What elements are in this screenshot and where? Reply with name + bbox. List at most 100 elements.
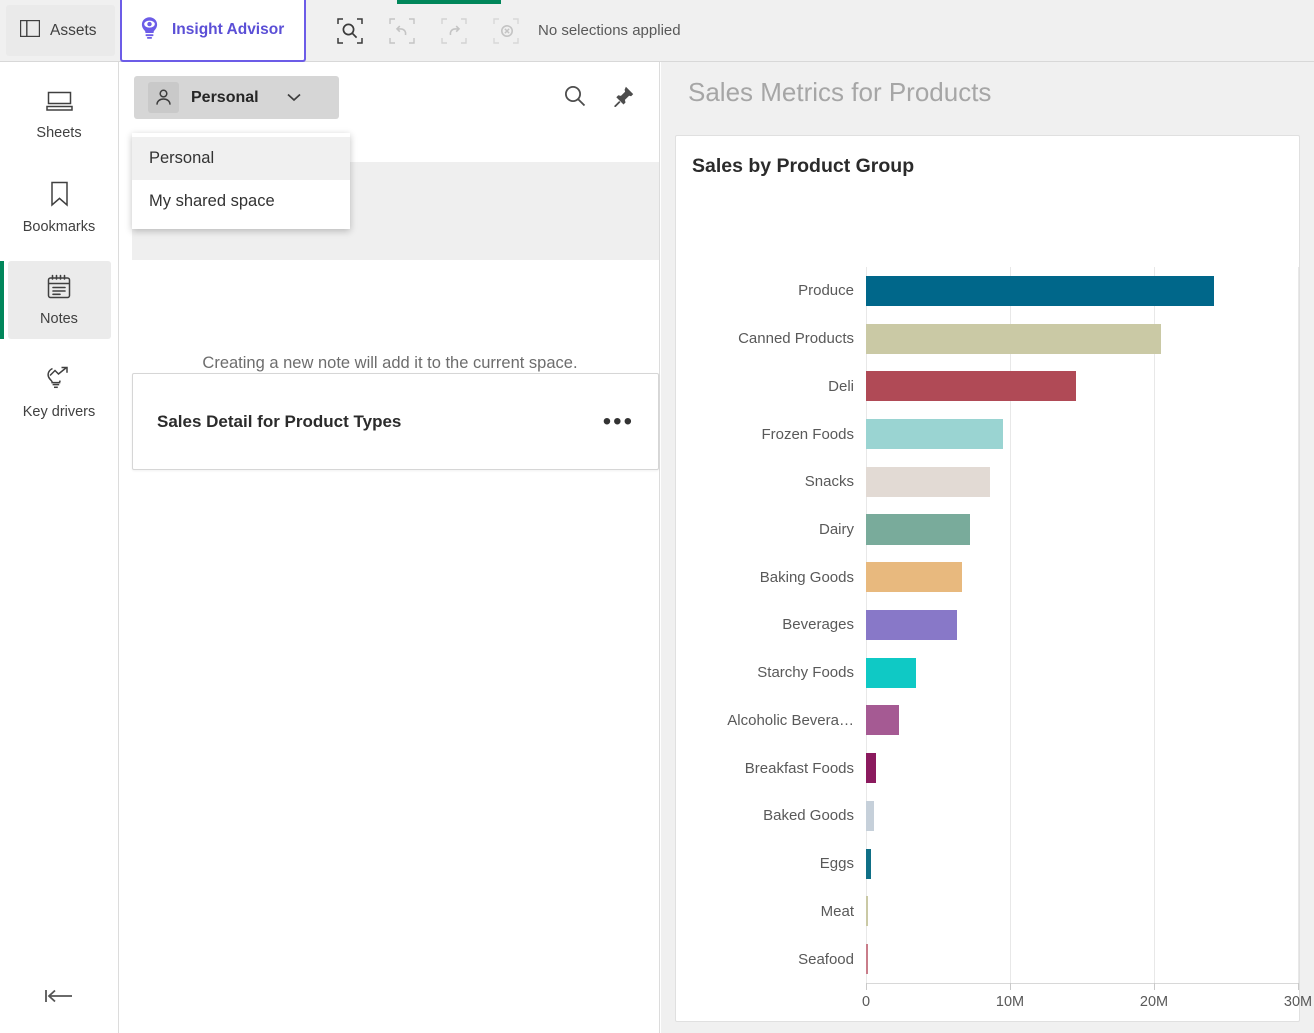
bar-chart-plot[interactable]: Produce Canned Products Deli Frozen Foods Sn… <box>676 267 1312 1010</box>
dropdown-option-label: My shared space <box>149 192 275 210</box>
bar[interactable] <box>866 514 970 545</box>
x-tick <box>866 983 867 990</box>
collapse-left-icon <box>44 987 76 1010</box>
bar-category-label: Eggs <box>819 855 854 873</box>
x-tick <box>1010 983 1011 990</box>
bar-category-label: Baking Goods <box>759 568 854 586</box>
bar-row[interactable]: Frozen Foods <box>676 410 1301 458</box>
assets-label: Assets <box>50 21 97 39</box>
assets-button[interactable]: Assets <box>6 5 115 56</box>
bar-row[interactable]: Snacks <box>676 458 1301 506</box>
clear-selections-button[interactable] <box>480 0 532 62</box>
axis-baseline <box>866 983 1299 984</box>
sidebar-item-label: Notes <box>40 310 78 327</box>
sidebar-item-sheets[interactable]: Sheets <box>8 76 111 154</box>
bar-row[interactable]: Baking Goods <box>676 553 1301 601</box>
chart-card[interactable]: Sales by Product Group Produce Canned Pro… <box>675 135 1312 1022</box>
chart-title: Sales by Product Group <box>692 155 915 177</box>
smart-search-button[interactable] <box>324 0 376 62</box>
notes-calendar-icon <box>47 274 71 304</box>
search-icon[interactable] <box>563 84 587 108</box>
collapse-panel-button[interactable] <box>38 981 82 1015</box>
bar-row[interactable]: Breakfast Foods <box>676 744 1301 792</box>
bookmark-icon <box>49 181 70 212</box>
x-tick <box>1298 983 1299 990</box>
redo-button[interactable] <box>428 0 480 62</box>
content-area: Sales Metrics for Products Sales by Prod… <box>661 62 1314 1033</box>
sidebar-item-label: Sheets <box>36 124 82 141</box>
space-selector-button[interactable]: Personal <box>134 76 339 119</box>
bar[interactable] <box>866 896 868 927</box>
bar-row[interactable]: Beverages <box>676 601 1301 649</box>
bar-category-label: Beverages <box>782 616 854 634</box>
bar-row[interactable]: Starchy Foods <box>676 649 1301 697</box>
bar-row[interactable]: Canned Products <box>676 315 1301 363</box>
space-selector-value: Personal <box>191 88 259 106</box>
bar[interactable] <box>866 371 1077 402</box>
bar-category-label: Canned Products <box>738 330 854 348</box>
bar[interactable] <box>866 753 877 784</box>
bar[interactable] <box>866 848 871 879</box>
left-navigation-rail: Sheets Bookmarks Notes Key drivers <box>0 62 119 1033</box>
undo-button[interactable] <box>376 0 428 62</box>
bar-row[interactable]: Produce <box>676 267 1301 315</box>
bar-row[interactable]: Dairy <box>676 506 1301 554</box>
application-window: Assets Insight Advisor No selections app… <box>0 0 1314 1033</box>
pin-icon[interactable] <box>613 85 635 107</box>
bar-category-label: Deli <box>828 377 854 395</box>
x-tick-label: 0 <box>861 994 871 1010</box>
panel-layout-icon <box>19 19 41 42</box>
bar-category-label: Frozen Foods <box>761 425 854 443</box>
bar-row[interactable]: Baked Goods <box>676 792 1301 840</box>
bar-category-label: Alcoholic Bevera… <box>727 711 854 729</box>
sheets-icon <box>45 90 73 118</box>
sidebar-item-key-drivers[interactable]: Key drivers <box>8 354 111 432</box>
list-item[interactable]: Sales Detail for Product Types ••• <box>132 373 659 470</box>
bar-row[interactable]: Eggs <box>676 840 1301 888</box>
x-tick-label: 20M <box>1139 994 1169 1010</box>
dropdown-option-personal[interactable]: Personal <box>132 137 350 180</box>
bar-row[interactable]: Deli <box>676 362 1301 410</box>
bar[interactable] <box>866 466 990 497</box>
bar-row[interactable]: Alcoholic Bevera… <box>676 697 1301 745</box>
selection-status-text: No selections applied <box>538 22 681 39</box>
notes-panel: Personal Creating a new note will add it… <box>120 62 660 1033</box>
bar[interactable] <box>866 419 1003 450</box>
bar[interactable] <box>866 323 1162 354</box>
insight-advisor-label: Insight Advisor <box>172 21 285 38</box>
bar-category-label: Produce <box>798 282 854 300</box>
bar-category-label: Baked Goods <box>763 807 854 825</box>
bar-row[interactable]: Seafood <box>676 935 1301 983</box>
sidebar-item-notes[interactable]: Notes <box>0 261 111 339</box>
more-options-icon[interactable]: ••• <box>603 409 634 433</box>
bar[interactable] <box>866 800 875 831</box>
bar[interactable] <box>866 275 1215 306</box>
bar-category-label: Seafood <box>798 950 854 968</box>
key-drivers-bulb-icon <box>45 366 73 397</box>
bar[interactable] <box>866 657 916 688</box>
x-tick-label: 10M <box>995 994 1025 1010</box>
sidebar-item-bookmarks[interactable]: Bookmarks <box>8 169 111 247</box>
x-tick <box>1154 983 1155 990</box>
bar-category-label: Starchy Foods <box>757 664 854 682</box>
space-dropdown-menu: Personal My shared space <box>132 133 350 229</box>
bar[interactable] <box>866 944 868 975</box>
bar-category-label: Snacks <box>804 473 854 491</box>
tab-insight-advisor[interactable]: Insight Advisor <box>120 0 306 62</box>
dropdown-option-label: Personal <box>149 149 215 167</box>
bar-category-label: Breakfast Foods <box>744 759 854 777</box>
person-icon <box>148 82 179 113</box>
bar[interactable] <box>866 562 963 593</box>
x-tick-label: 30M <box>1283 994 1313 1010</box>
toolbar-actions: No selections applied <box>324 0 681 61</box>
top-toolbar: Assets Insight Advisor No selections app… <box>0 0 1314 62</box>
bar[interactable] <box>866 705 900 736</box>
bar[interactable] <box>866 609 957 641</box>
dropdown-option-my-shared-space[interactable]: My shared space <box>132 180 350 223</box>
notes-hint-text: Creating a new note will add it to the c… <box>202 354 578 372</box>
bar-row[interactable]: Meat <box>676 888 1301 936</box>
page-title: Sales Metrics for Products <box>688 77 992 107</box>
note-title: Sales Detail for Product Types <box>157 411 402 431</box>
lightbulb-eye-icon <box>138 16 161 45</box>
bar-category-label: Meat <box>820 902 854 920</box>
